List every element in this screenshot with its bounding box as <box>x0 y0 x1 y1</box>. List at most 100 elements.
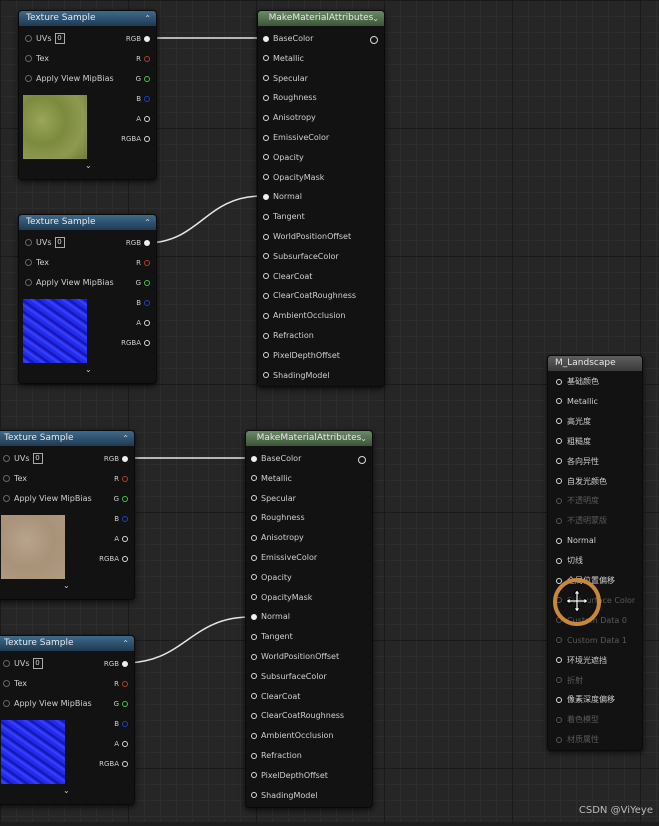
pin-connector-icon[interactable] <box>556 458 562 465</box>
pin-connector-icon[interactable] <box>251 534 257 541</box>
input-pin[interactable]: ClearCoat <box>263 271 312 283</box>
texture-sample-node[interactable]: Texture Sample ⌃ UVs 0 Tex Apply View MipBias… <box>18 214 157 384</box>
pin-connector-icon[interactable] <box>122 456 128 462</box>
material-input-pin[interactable]: 各向异性 <box>556 456 599 468</box>
uv-index-field[interactable]: 0 <box>32 658 43 669</box>
chevron-down-icon[interactable]: ⌄ <box>372 11 379 26</box>
output-pin[interactable]: B <box>114 718 128 730</box>
pin-connector-icon[interactable] <box>122 516 128 522</box>
pin-connector-icon[interactable] <box>251 693 257 700</box>
output-pin[interactable]: RGB <box>104 453 128 465</box>
pin-connector-icon[interactable] <box>251 752 257 759</box>
input-pin[interactable]: Apply View MipBias <box>3 698 92 710</box>
input-pin[interactable]: EmissiveColor <box>251 552 317 564</box>
pin-connector-icon[interactable] <box>122 701 128 707</box>
input-pin[interactable]: Roughness <box>251 512 305 524</box>
pin-connector-icon[interactable] <box>263 312 269 319</box>
output-pin[interactable]: G <box>136 277 150 289</box>
input-pin[interactable]: Opacity <box>263 152 304 164</box>
pin-connector-icon[interactable] <box>25 259 32 266</box>
output-pin[interactable]: A <box>136 113 150 125</box>
output-pin[interactable]: R <box>114 473 128 485</box>
input-pin[interactable]: OpacityMask <box>263 172 324 184</box>
input-pin[interactable]: PixelDepthOffset <box>251 770 328 782</box>
output-pin[interactable]: R <box>114 678 128 690</box>
pin-connector-icon[interactable] <box>25 279 32 286</box>
input-pin[interactable]: ClearCoatRoughness <box>263 290 356 302</box>
material-input-pin[interactable]: 基础颜色 <box>556 376 599 388</box>
input-pin[interactable]: Tex <box>25 53 49 65</box>
chevron-down-icon[interactable]: ⌄ <box>85 161 92 170</box>
input-pin[interactable]: Tex <box>25 257 49 269</box>
pin-connector-icon[interactable] <box>263 55 269 62</box>
input-pin[interactable]: AmbientOcclusion <box>251 730 333 742</box>
pin-connector-icon[interactable] <box>263 193 269 200</box>
pin-connector-icon[interactable] <box>251 712 257 719</box>
make-material-attributes-node[interactable]: MakeMaterialAttributes ⌄ BaseColor Metallic… <box>257 10 385 387</box>
pin-connector-icon[interactable] <box>263 372 269 379</box>
output-pin[interactable]: G <box>114 493 128 505</box>
output-pin[interactable]: RGB <box>104 658 128 670</box>
chevron-down-icon[interactable]: ⌄ <box>63 786 70 795</box>
input-pin[interactable]: Opacity <box>251 572 292 584</box>
input-pin[interactable]: Metallic <box>263 53 304 65</box>
output-pin[interactable]: RGBA <box>99 553 128 565</box>
input-pin[interactable]: Specular <box>263 73 308 85</box>
output-pin[interactable]: G <box>136 73 150 85</box>
uv-index-field[interactable]: 0 <box>54 33 65 44</box>
pin-connector-icon[interactable] <box>556 696 562 703</box>
input-pin[interactable]: SubsurfaceColor <box>251 671 327 683</box>
pin-connector-icon[interactable] <box>556 478 562 484</box>
pin-connector-icon[interactable] <box>263 213 269 220</box>
pin-connector-icon[interactable] <box>263 154 269 161</box>
output-pin[interactable]: RGB <box>126 237 150 249</box>
pin-connector-icon[interactable] <box>144 340 150 346</box>
chevron-down-icon[interactable]: ⌄ <box>85 365 92 374</box>
pin-connector-icon[interactable] <box>25 75 32 82</box>
pin-connector-icon[interactable] <box>144 136 150 142</box>
pin-connector-icon[interactable] <box>144 280 150 286</box>
material-result-node[interactable]: M_Landscape 基础颜色 Metallic 高光度 粗糙度 各向异性 自发光颜色 不透… <box>547 355 643 751</box>
pin-connector-icon[interactable] <box>144 116 150 122</box>
node-header[interactable]: Texture Sample ⌃ <box>0 636 134 651</box>
output-pin-icon[interactable] <box>370 36 378 44</box>
node-header[interactable]: Texture Sample ⌃ <box>19 11 156 26</box>
pin-connector-icon[interactable] <box>263 94 269 101</box>
pin-connector-icon[interactable] <box>144 240 150 246</box>
pin-connector-icon[interactable] <box>122 476 128 482</box>
pin-connector-icon[interactable] <box>556 418 562 425</box>
pin-connector-icon[interactable] <box>556 657 562 664</box>
pin-connector-icon[interactable] <box>122 556 128 562</box>
node-header[interactable]: MakeMaterialAttributes ⌄ <box>258 11 384 26</box>
input-pin[interactable]: PixelDepthOffset <box>263 350 340 362</box>
input-pin[interactable]: UVs 0 <box>3 453 43 465</box>
input-pin[interactable]: Specular <box>251 493 296 505</box>
pin-connector-icon[interactable] <box>3 680 10 687</box>
material-input-pin[interactable]: 切线 <box>556 555 583 567</box>
texture-sample-node[interactable]: Texture Sample ⌃ UVs 0 Tex Apply View MipBias… <box>0 430 135 600</box>
output-pin[interactable]: RGBA <box>99 758 128 770</box>
pin-connector-icon[interactable] <box>251 554 257 561</box>
pin-connector-icon[interactable] <box>263 114 269 121</box>
input-pin[interactable]: EmissiveColor <box>263 132 329 144</box>
pin-connector-icon[interactable] <box>251 772 257 779</box>
pin-connector-icon[interactable] <box>556 398 562 405</box>
output-pin[interactable]: RGB <box>126 33 150 45</box>
output-pin[interactable]: RGBA <box>121 133 150 145</box>
pin-connector-icon[interactable] <box>251 613 257 620</box>
output-pin[interactable]: A <box>114 533 128 545</box>
pin-connector-icon[interactable] <box>25 239 32 246</box>
pin-connector-icon[interactable] <box>3 455 10 462</box>
material-input-pin[interactable]: 高光度 <box>556 416 591 428</box>
pin-connector-icon[interactable] <box>251 574 257 581</box>
input-pin[interactable]: UVs 0 <box>25 237 65 249</box>
node-header[interactable]: M_Landscape <box>548 356 642 371</box>
output-pin[interactable]: G <box>114 698 128 710</box>
input-pin[interactable]: Anisotropy <box>251 532 304 544</box>
input-pin[interactable]: WorldPositionOffset <box>263 231 351 243</box>
pin-connector-icon[interactable] <box>144 56 150 62</box>
material-input-pin[interactable]: 像素深度偏移 <box>556 694 615 706</box>
pin-connector-icon[interactable] <box>144 96 150 102</box>
pin-connector-icon[interactable] <box>3 495 10 502</box>
output-pin[interactable]: B <box>136 93 150 105</box>
